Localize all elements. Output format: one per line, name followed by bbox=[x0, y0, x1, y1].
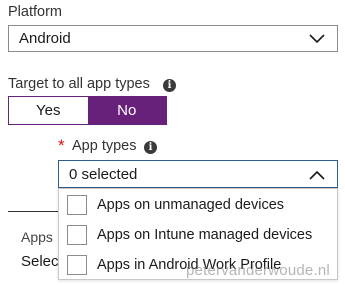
app-types-select[interactable]: 0 selected bbox=[58, 160, 338, 188]
option-label: Apps on unmanaged devices bbox=[97, 197, 285, 213]
checkbox[interactable] bbox=[67, 195, 87, 215]
target-all-app-types-toggle: Yes No bbox=[8, 96, 167, 125]
watermark: petervanderwoude.nl bbox=[186, 262, 330, 279]
required-marker: * bbox=[58, 136, 65, 155]
chevron-up-icon bbox=[309, 170, 325, 180]
apps-partial-label: Apps bbox=[21, 229, 53, 245]
target-all-app-types-label: Target to all app types bbox=[8, 76, 150, 92]
option-label: Apps on Intune managed devices bbox=[97, 227, 313, 243]
info-icon[interactable]: i bbox=[163, 79, 176, 92]
divider bbox=[8, 211, 60, 212]
toggle-yes-button[interactable]: Yes bbox=[9, 97, 88, 124]
platform-select[interactable]: Android bbox=[8, 25, 338, 52]
checkbox[interactable] bbox=[67, 255, 87, 275]
apps-partial-value: Selec bbox=[21, 253, 59, 270]
info-icon[interactable]: i bbox=[144, 141, 157, 154]
option-intune-managed-devices[interactable]: Apps on Intune managed devices bbox=[59, 221, 337, 251]
chevron-down-icon bbox=[309, 34, 325, 44]
app-types-label: App types bbox=[72, 138, 137, 154]
option-unmanaged-devices[interactable]: Apps on unmanaged devices bbox=[59, 191, 337, 221]
platform-select-value: Android bbox=[19, 30, 71, 47]
toggle-no-button[interactable]: No bbox=[87, 97, 166, 124]
app-config-panel: Platform Android Target to all app types… bbox=[0, 0, 345, 285]
app-types-select-value: 0 selected bbox=[69, 166, 138, 183]
platform-label: Platform bbox=[8, 4, 62, 20]
checkbox[interactable] bbox=[67, 225, 87, 245]
